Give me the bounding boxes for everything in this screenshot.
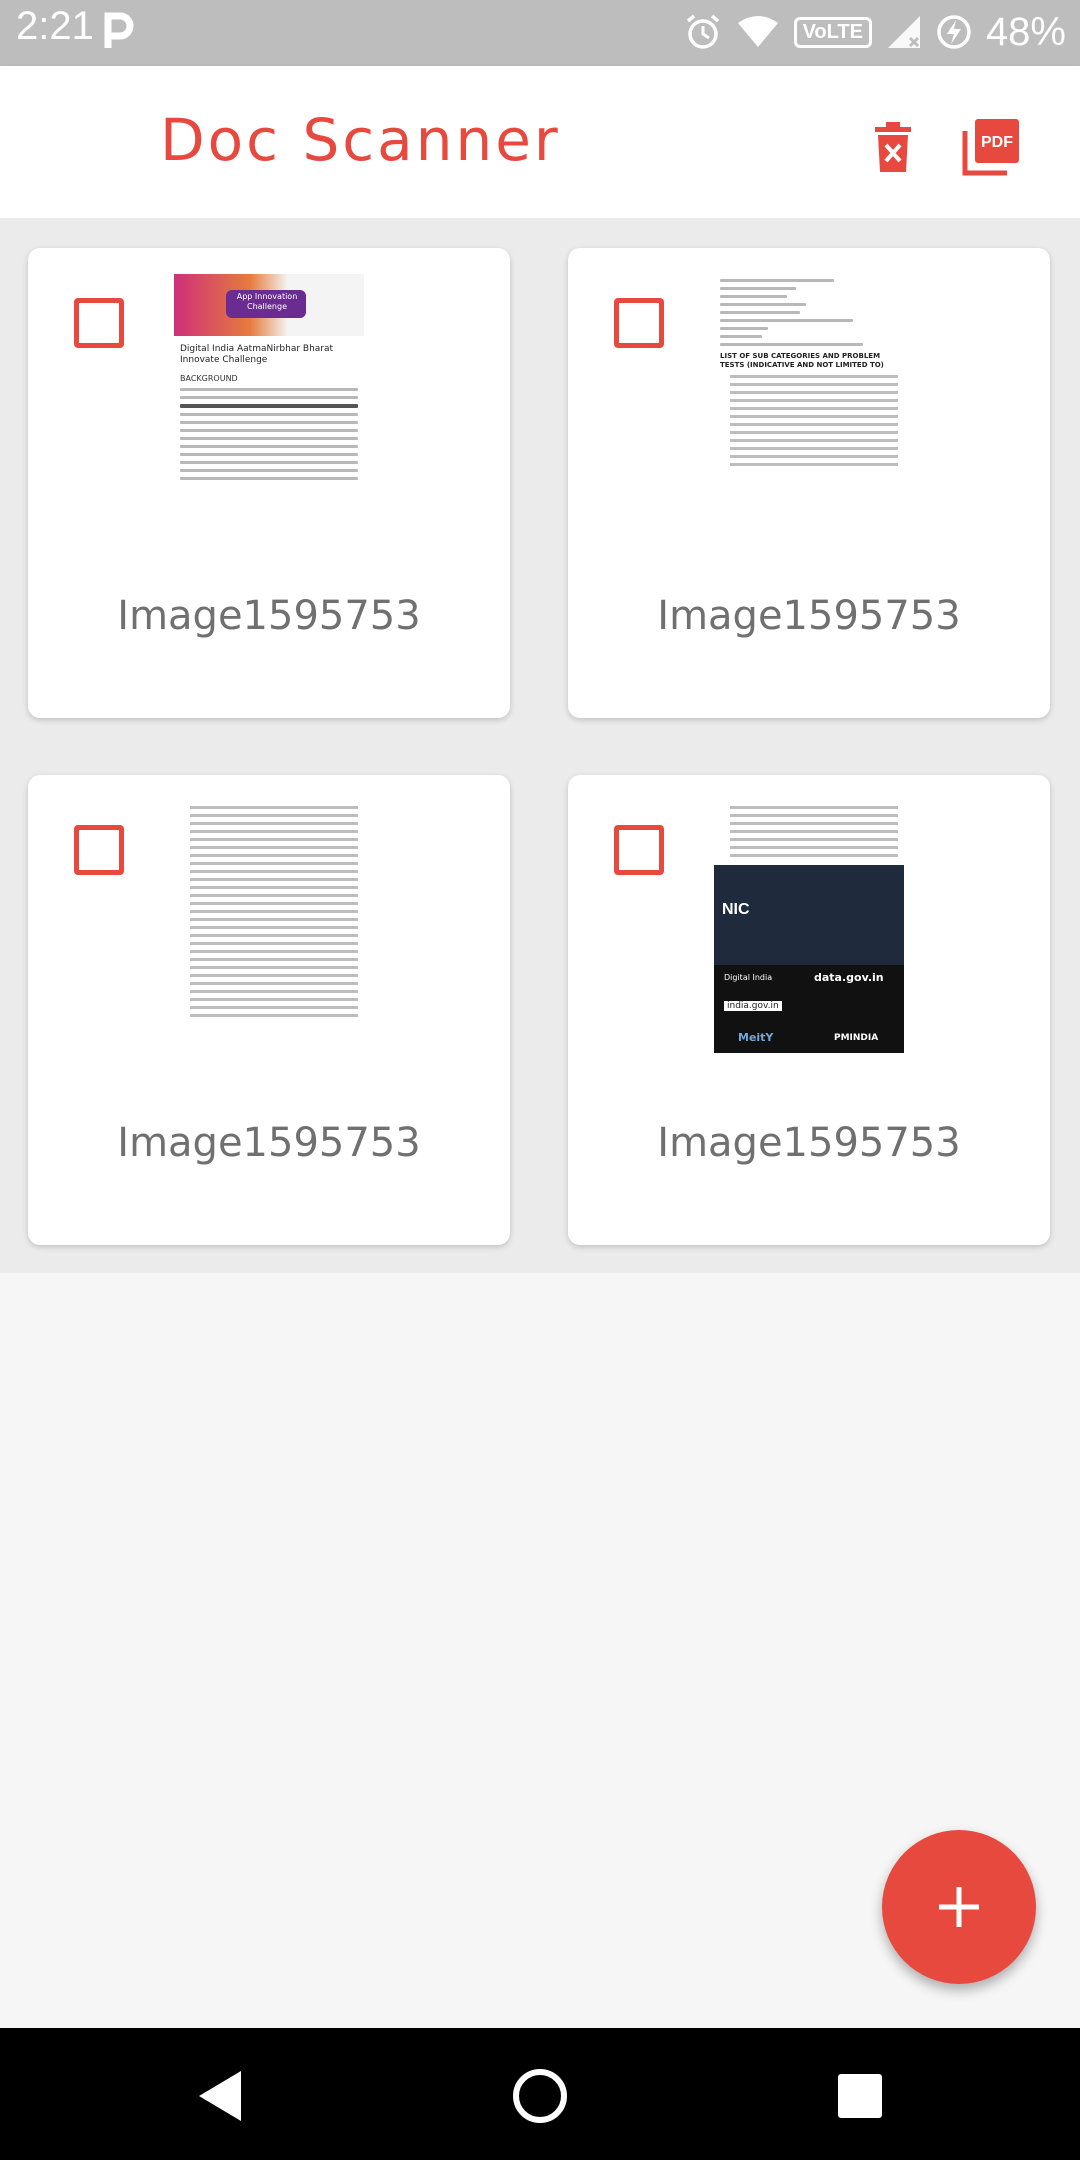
home-button[interactable]	[508, 2064, 572, 2128]
document-card[interactable]: App Innovation Challenge Digital India A…	[28, 248, 510, 718]
document-grid: App Innovation Challenge Digital India A…	[0, 218, 1080, 1273]
document-card[interactable]: Image1595753	[28, 775, 510, 1245]
document-card[interactable]: NIC Digital India data.gov.in india.gov.…	[568, 775, 1050, 1245]
add-document-button[interactable]	[882, 1830, 1036, 1984]
data-gov-logo: data.gov.in	[814, 971, 884, 984]
document-thumbnail: LIST OF SUB CATEGORIES AND PROBLEM TESTS…	[714, 274, 904, 549]
status-icons: VoLTE 48%	[684, 6, 1066, 58]
app-title: Doc Scanner	[160, 106, 561, 174]
delete-button[interactable]	[858, 112, 928, 182]
recents-button[interactable]	[828, 2064, 892, 2128]
home-icon	[513, 2069, 567, 2123]
thumbnail-banner: App Innovation Challenge	[174, 274, 364, 336]
back-icon	[199, 2071, 241, 2121]
select-checkbox[interactable]	[74, 298, 124, 348]
thumbnail-footer: NIC	[714, 865, 904, 965]
pdf-icon-text: PDF	[981, 134, 1013, 151]
status-time: 2:21	[16, 4, 94, 48]
recents-icon	[838, 2074, 882, 2118]
select-checkbox[interactable]	[614, 298, 664, 348]
back-button[interactable]	[188, 2064, 252, 2128]
thumbnail-logos: Digital India data.gov.in india.gov.in M…	[714, 965, 904, 1053]
signal-icon	[887, 16, 920, 48]
pdf-icon: PDF	[962, 119, 1019, 176]
status-bar: 2:21 VoLTE 48%	[0, 0, 1080, 66]
meity-logo: MeitY	[738, 1031, 774, 1044]
pmindia-logo: PMINDIA	[834, 1033, 879, 1043]
document-name: Image1595753	[117, 1120, 421, 1166]
plus-icon	[939, 1887, 979, 1927]
app-bar: Doc Scanner PDF	[0, 66, 1080, 218]
battery-percent: 48%	[985, 9, 1066, 54]
delete-icon	[875, 122, 911, 172]
document-name: Image1595753	[117, 593, 421, 639]
battery-charging-icon	[937, 15, 971, 49]
alarm-icon	[686, 14, 719, 49]
document-name: Image1595753	[657, 593, 961, 639]
export-pdf-button[interactable]: PDF	[956, 112, 1026, 182]
select-checkbox[interactable]	[74, 825, 124, 875]
select-checkbox[interactable]	[614, 825, 664, 875]
document-card[interactable]: LIST OF SUB CATEGORIES AND PROBLEM TESTS…	[568, 248, 1050, 718]
thumbnail-heading: Digital India AatmaNirbhar Bharat Innova…	[180, 344, 334, 365]
document-thumbnail: NIC Digital India data.gov.in india.gov.…	[714, 801, 904, 1076]
nic-logo: NIC	[722, 901, 750, 918]
banner-text: App Innovation Challenge	[236, 292, 298, 311]
navigation-bar	[0, 2028, 1080, 2160]
thumbnail-section: BACKGROUND	[180, 374, 238, 383]
parking-app-icon	[104, 12, 134, 48]
document-thumbnail: App Innovation Challenge Digital India A…	[174, 274, 364, 549]
document-name: Image1595753	[657, 1120, 961, 1166]
thumbnail-heading: LIST OF SUB CATEGORIES AND PROBLEM TESTS…	[720, 352, 884, 369]
digital-india-logo: Digital India	[724, 973, 773, 982]
volte-badge: VoLTE	[793, 16, 872, 48]
wifi-icon	[737, 16, 778, 47]
document-thumbnail	[174, 801, 364, 1076]
india-gov-logo: india.gov.in	[724, 1001, 782, 1011]
